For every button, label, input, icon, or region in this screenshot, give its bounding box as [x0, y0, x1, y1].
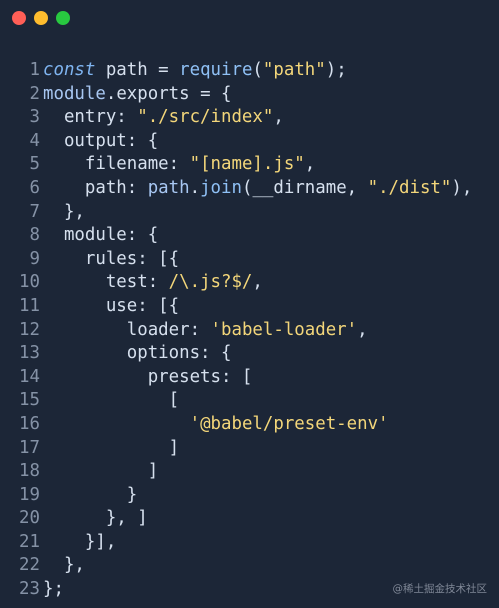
line-number: 4 [29, 130, 40, 151]
line-number: 11 [19, 295, 40, 316]
code-token: ), [451, 177, 473, 198]
code-line: 16 '@babel/preset-env' [12, 413, 492, 437]
line-number: 1 [29, 60, 40, 80]
code-token: , [357, 319, 368, 340]
line-number: 10 [19, 272, 40, 293]
line-number: 8 [29, 225, 40, 246]
code-token: test: [43, 272, 169, 293]
code-line: 1 const path = require("path"); [12, 59, 492, 83]
code-token: rules: [{ [43, 248, 180, 269]
maximize-dot-icon[interactable] [56, 11, 70, 25]
code-line: 5 filename: "[name].js", [12, 153, 492, 177]
code-token: (__dirname, [241, 177, 368, 198]
code-token: path: [43, 177, 148, 198]
code-token: options: { [43, 343, 232, 364]
code-token: const [43, 60, 96, 80]
line-number: 2 [29, 83, 40, 104]
code-token: module [43, 83, 106, 104]
code-token: "[name].js" [189, 154, 305, 175]
code-token: . [105, 83, 117, 104]
line-number: 19 [19, 484, 40, 505]
code-token: exports [116, 83, 190, 104]
line-number: 22 [19, 555, 40, 576]
code-token: [ [43, 390, 180, 411]
code-token: '@babel/preset-env' [189, 413, 389, 434]
line-number: 9 [29, 248, 40, 269]
code-token: . [189, 177, 201, 198]
code-token: path [147, 177, 190, 198]
line-number: 13 [19, 343, 40, 364]
code-token: loader: [43, 319, 211, 340]
code-line: 22 }, [12, 554, 492, 578]
line-number: 23 [19, 579, 40, 600]
line-number: 21 [19, 531, 40, 552]
code-line: 11 use: [{ [12, 295, 492, 319]
line-number: 15 [19, 390, 40, 411]
code-token: "./dist" [367, 177, 452, 198]
code-token: filename: [43, 154, 190, 175]
code-line: 2 module.exports = { [12, 83, 492, 107]
line-number: 16 [19, 413, 40, 434]
code-token: , [304, 154, 316, 175]
code-token: }, [43, 201, 85, 222]
code-token: ); [325, 60, 347, 80]
code-line: 21 }], [12, 531, 492, 555]
code-token: }, ] [43, 508, 148, 529]
code-line: 20 }, ] [12, 507, 492, 531]
code-token: use: [{ [43, 295, 180, 316]
code-line: 7 }, [12, 201, 492, 225]
code-line: 12 loader: 'babel-loader', [12, 319, 492, 343]
code-line: 8 module: { [12, 224, 492, 248]
line-number: 6 [29, 177, 40, 198]
code-token: output: { [43, 130, 159, 151]
code-token: entry: [43, 107, 138, 128]
code-token: join [200, 177, 242, 198]
code-token: require [179, 60, 253, 80]
code-line: 9 rules: [{ [12, 248, 492, 272]
close-dot-icon[interactable] [12, 11, 26, 25]
code-token: 'babel-loader' [210, 319, 358, 340]
code-token: module: { [43, 225, 159, 246]
code-token: "path" [262, 60, 326, 80]
line-number: 12 [19, 319, 40, 340]
code-token: ] [43, 461, 159, 482]
code-line: 10 test: /\.js?$/, [12, 271, 492, 295]
line-number: 17 [19, 437, 40, 458]
line-number: 14 [19, 366, 40, 387]
code-line: 18 ] [12, 460, 492, 484]
code-line: 15 [ [12, 389, 492, 413]
line-number: 20 [19, 508, 40, 529]
code-line: 14 presets: [ [12, 366, 492, 390]
code-line: 6 path: path.join(__dirname, "./dist"), [12, 177, 492, 201]
code-token: = { [189, 83, 232, 104]
code-line: 17 ] [12, 437, 492, 461]
code-token: ( [252, 60, 263, 80]
code-line: 13 options: { [12, 342, 492, 366]
code-token: }], [43, 531, 117, 552]
line-number: 7 [29, 201, 40, 222]
code-line: 3 entry: "./src/index", [12, 106, 492, 130]
code-token: path = [95, 60, 180, 80]
watermark-text: @稀土掘金技术社区 [392, 583, 488, 595]
code-token: ] [43, 437, 180, 458]
code-token: }, [43, 555, 85, 576]
code-token: presets: [ [43, 366, 253, 387]
code-token: , [273, 107, 284, 128]
line-number: 18 [19, 461, 40, 482]
line-number: 3 [29, 107, 40, 128]
code-window: 1 const path = require("path"); 2 module.ex… [0, 0, 499, 608]
minimize-dot-icon[interactable] [34, 11, 48, 25]
line-number: 5 [29, 154, 40, 175]
code-token: /\.js?$/ [168, 272, 253, 293]
code-line: 19 } [12, 484, 492, 508]
code-block: 1 const path = require("path"); 2 module.ex… [12, 59, 492, 602]
code-token: }; [43, 579, 64, 600]
code-token: , [252, 272, 263, 293]
code-line: 4 output: { [12, 130, 492, 154]
code-token: } [43, 484, 138, 505]
code-token: "./src/index" [137, 107, 274, 128]
